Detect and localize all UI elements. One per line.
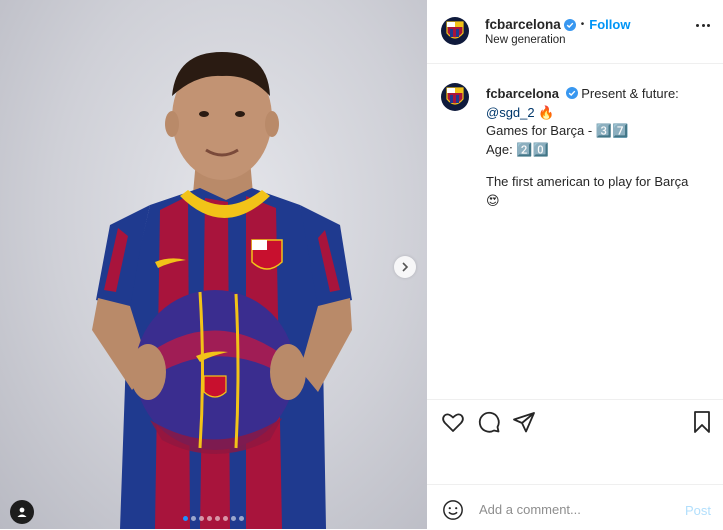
carousel-dot xyxy=(239,516,244,521)
player-photo-illustration xyxy=(92,52,352,529)
separator-dot: • xyxy=(580,19,585,30)
follow-button[interactable]: Follow xyxy=(589,17,630,32)
caption-line: The first american to play for Barça xyxy=(486,174,689,189)
post-side-panel: fcbarcelona • Follow New generation fcba… xyxy=(427,0,723,529)
carousel-dot xyxy=(207,516,212,521)
share-icon[interactable] xyxy=(512,410,536,434)
carousel-dot xyxy=(183,516,188,521)
carousel-dot xyxy=(191,516,196,521)
carousel-dot xyxy=(223,516,228,521)
carousel-dot xyxy=(215,516,220,521)
add-comment-bar: Post xyxy=(427,484,723,530)
fcb-crest-icon xyxy=(446,87,464,105)
fire-emoji: 🔥 xyxy=(538,104,555,120)
caption-line: Present & future: xyxy=(581,86,679,101)
location-link[interactable]: New generation xyxy=(485,34,566,46)
caption-text: fcbarcelona Present & future: @sgd_2 🔥 G… xyxy=(486,85,716,210)
carousel-dot xyxy=(231,516,236,521)
fcb-crest-icon xyxy=(446,21,464,39)
avatar[interactable] xyxy=(441,17,469,45)
caption-line: Games for Barça - 3️⃣7️⃣ xyxy=(486,123,629,138)
heart-icon[interactable] xyxy=(441,410,465,434)
more-options-icon[interactable] xyxy=(696,24,710,28)
mention-link[interactable]: @sgd_2 xyxy=(486,105,535,120)
action-bar xyxy=(427,399,723,444)
post-comment-button[interactable]: Post xyxy=(685,503,711,518)
verified-badge-icon xyxy=(565,87,578,99)
heart-eyes-emoji: 😍 xyxy=(486,192,500,208)
comment-input[interactable] xyxy=(477,496,671,522)
verified-badge-icon xyxy=(563,18,576,31)
chevron-right-icon xyxy=(402,262,409,272)
carousel-next-button[interactable] xyxy=(394,256,416,278)
caption-username[interactable]: fcbarcelona xyxy=(486,86,559,101)
avatar[interactable] xyxy=(441,83,469,111)
post-header: fcbarcelona • Follow New generation xyxy=(427,0,723,64)
carousel-dot xyxy=(199,516,204,521)
carousel-indicator xyxy=(0,516,427,521)
username-link[interactable]: fcbarcelona xyxy=(485,17,561,32)
comment-icon[interactable] xyxy=(477,410,501,434)
caption-line: Age: 2️⃣0️⃣ xyxy=(486,141,549,157)
bookmark-icon[interactable] xyxy=(690,410,714,434)
caption-area: fcbarcelona Present & future: @sgd_2 🔥 G… xyxy=(427,63,723,399)
emoji-icon[interactable] xyxy=(442,499,464,521)
post-photo[interactable] xyxy=(0,0,427,529)
